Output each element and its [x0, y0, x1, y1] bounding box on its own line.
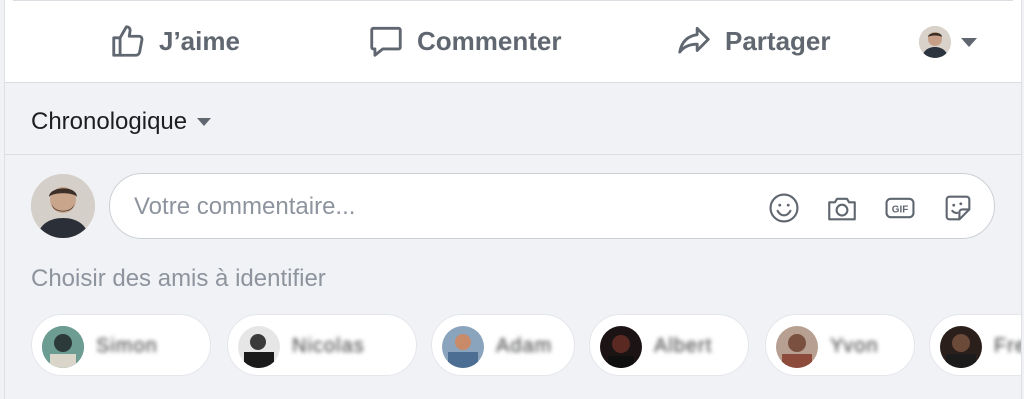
- friend-name: Nicolas: [292, 335, 365, 357]
- avatar: [919, 26, 951, 58]
- friend-chip[interactable]: Yvon: [765, 314, 915, 376]
- gif-icon[interactable]: GIF: [882, 190, 918, 226]
- comment-button[interactable]: Commenter: [367, 20, 561, 62]
- avatar: [776, 326, 818, 368]
- svg-text:GIF: GIF: [892, 204, 909, 215]
- post-action-bar: J’aime Commenter Partager: [5, 0, 1021, 83]
- chevron-down-icon: [197, 118, 212, 126]
- friend-chip[interactable]: Simon: [31, 314, 211, 376]
- camera-icon[interactable]: [824, 190, 860, 226]
- avatar: [442, 326, 484, 368]
- friend-chip[interactable]: Adam: [431, 314, 575, 376]
- friend-chip[interactable]: Fred: [929, 314, 1021, 376]
- like-button[interactable]: J’aime: [109, 20, 240, 62]
- friend-chip[interactable]: Nicolas: [227, 314, 417, 376]
- avatar: [42, 326, 84, 368]
- chevron-down-icon: [961, 37, 977, 47]
- sticker-icon[interactable]: [940, 190, 976, 226]
- avatar: [238, 326, 280, 368]
- friend-chip[interactable]: Albert: [589, 314, 749, 376]
- comment-input[interactable]: [132, 188, 756, 226]
- thumbs-up-icon: [109, 22, 147, 60]
- post-card: J’aime Commenter Partager Chronologique …: [4, 0, 1022, 399]
- share-label: Partager: [725, 25, 831, 56]
- friend-name: Yvon: [830, 335, 879, 357]
- composer-tools: GIF: [766, 190, 976, 226]
- share-button[interactable]: Partager: [675, 20, 831, 62]
- friend-name: Adam: [496, 335, 553, 357]
- friend-suggestion-list: Simon Nicolas Adam Albert Yvon Fr: [31, 314, 1021, 378]
- avatar: [940, 326, 982, 368]
- friend-name: Albert: [654, 335, 713, 357]
- audience-selector[interactable]: [919, 24, 977, 60]
- emoji-icon[interactable]: [766, 190, 802, 226]
- share-arrow-icon: [675, 22, 713, 60]
- section-divider: [5, 154, 1021, 155]
- comment-label: Commenter: [417, 25, 562, 56]
- friend-name: Fred: [994, 335, 1021, 357]
- action-bar-divider: [13, 0, 1013, 1]
- like-label: J’aime: [159, 25, 240, 56]
- comment-composer: GIF: [109, 173, 995, 239]
- friend-name: Simon: [96, 335, 158, 357]
- comment-order-dropdown[interactable]: Chronologique: [31, 104, 212, 140]
- user-avatar: [31, 174, 95, 238]
- avatar: [600, 326, 642, 368]
- tag-friends-hint: Choisir des amis à identifier: [31, 265, 326, 292]
- speech-bubble-icon: [367, 22, 405, 60]
- comment-order-label: Chronologique: [31, 108, 188, 135]
